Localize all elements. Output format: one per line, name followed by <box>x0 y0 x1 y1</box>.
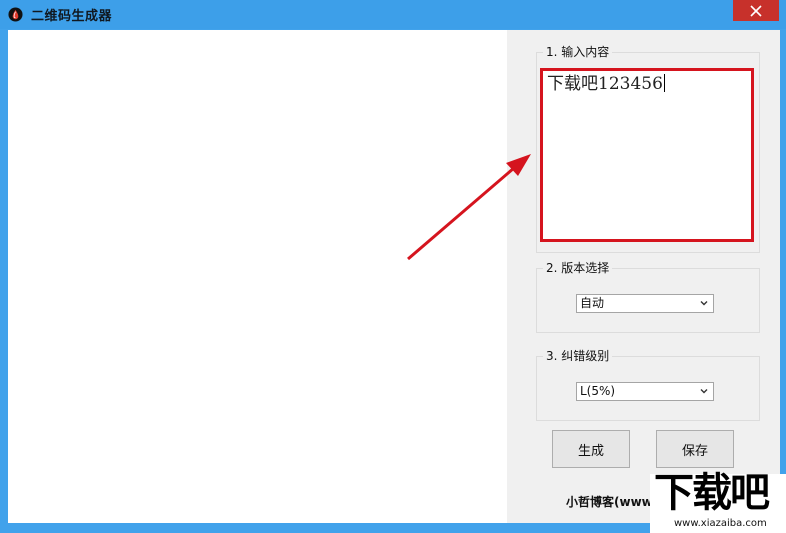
generate-button[interactable]: 生成 <box>552 430 630 468</box>
version-select-value: 自动 <box>580 296 605 310</box>
watermark-text: 下载吧 <box>654 470 770 516</box>
watermark-url: www.xiazaiba.com <box>674 518 767 529</box>
version-select[interactable]: 自动 <box>576 294 714 313</box>
close-icon <box>750 4 762 17</box>
error-level-group: 3. 纠错级别 L(5%) <box>536 348 760 421</box>
chevron-down-icon <box>700 301 708 306</box>
version-group: 2. 版本选择 自动 <box>536 260 760 333</box>
close-button[interactable] <box>733 0 779 21</box>
client-area: 1. 输入内容 下载吧123456 2. 版本选择 自动 3. 纠错级别 L(5… <box>8 30 780 523</box>
version-group-label: 2. 版本选择 <box>543 260 613 276</box>
title-bar[interactable]: 二维码生成器 <box>0 0 786 29</box>
error-level-select[interactable]: L(5%) <box>576 382 714 401</box>
footer-credit: 小哲博客(www <box>566 495 653 509</box>
qr-preview-area <box>8 30 507 523</box>
window-title: 二维码生成器 <box>31 9 113 24</box>
watermark-logo: 下载吧 www.xiazaiba.com <box>650 470 786 533</box>
app-window: 二维码生成器 1. 输入内容 下载吧123456 2. 版本选择 自动 3. 纠… <box>0 0 786 533</box>
error-level-group-label: 3. 纠错级别 <box>543 348 613 364</box>
save-button[interactable]: 保存 <box>656 430 734 468</box>
content-group-label: 1. 输入内容 <box>543 44 613 60</box>
content-text: 下载吧123456 <box>547 74 663 94</box>
content-group: 1. 输入内容 下载吧123456 <box>536 44 760 253</box>
text-caret <box>663 74 665 92</box>
content-textarea[interactable]: 下载吧123456 <box>540 68 754 242</box>
droplet-icon <box>8 7 23 22</box>
error-level-select-value: L(5%) <box>580 384 616 398</box>
chevron-down-icon <box>700 389 708 394</box>
